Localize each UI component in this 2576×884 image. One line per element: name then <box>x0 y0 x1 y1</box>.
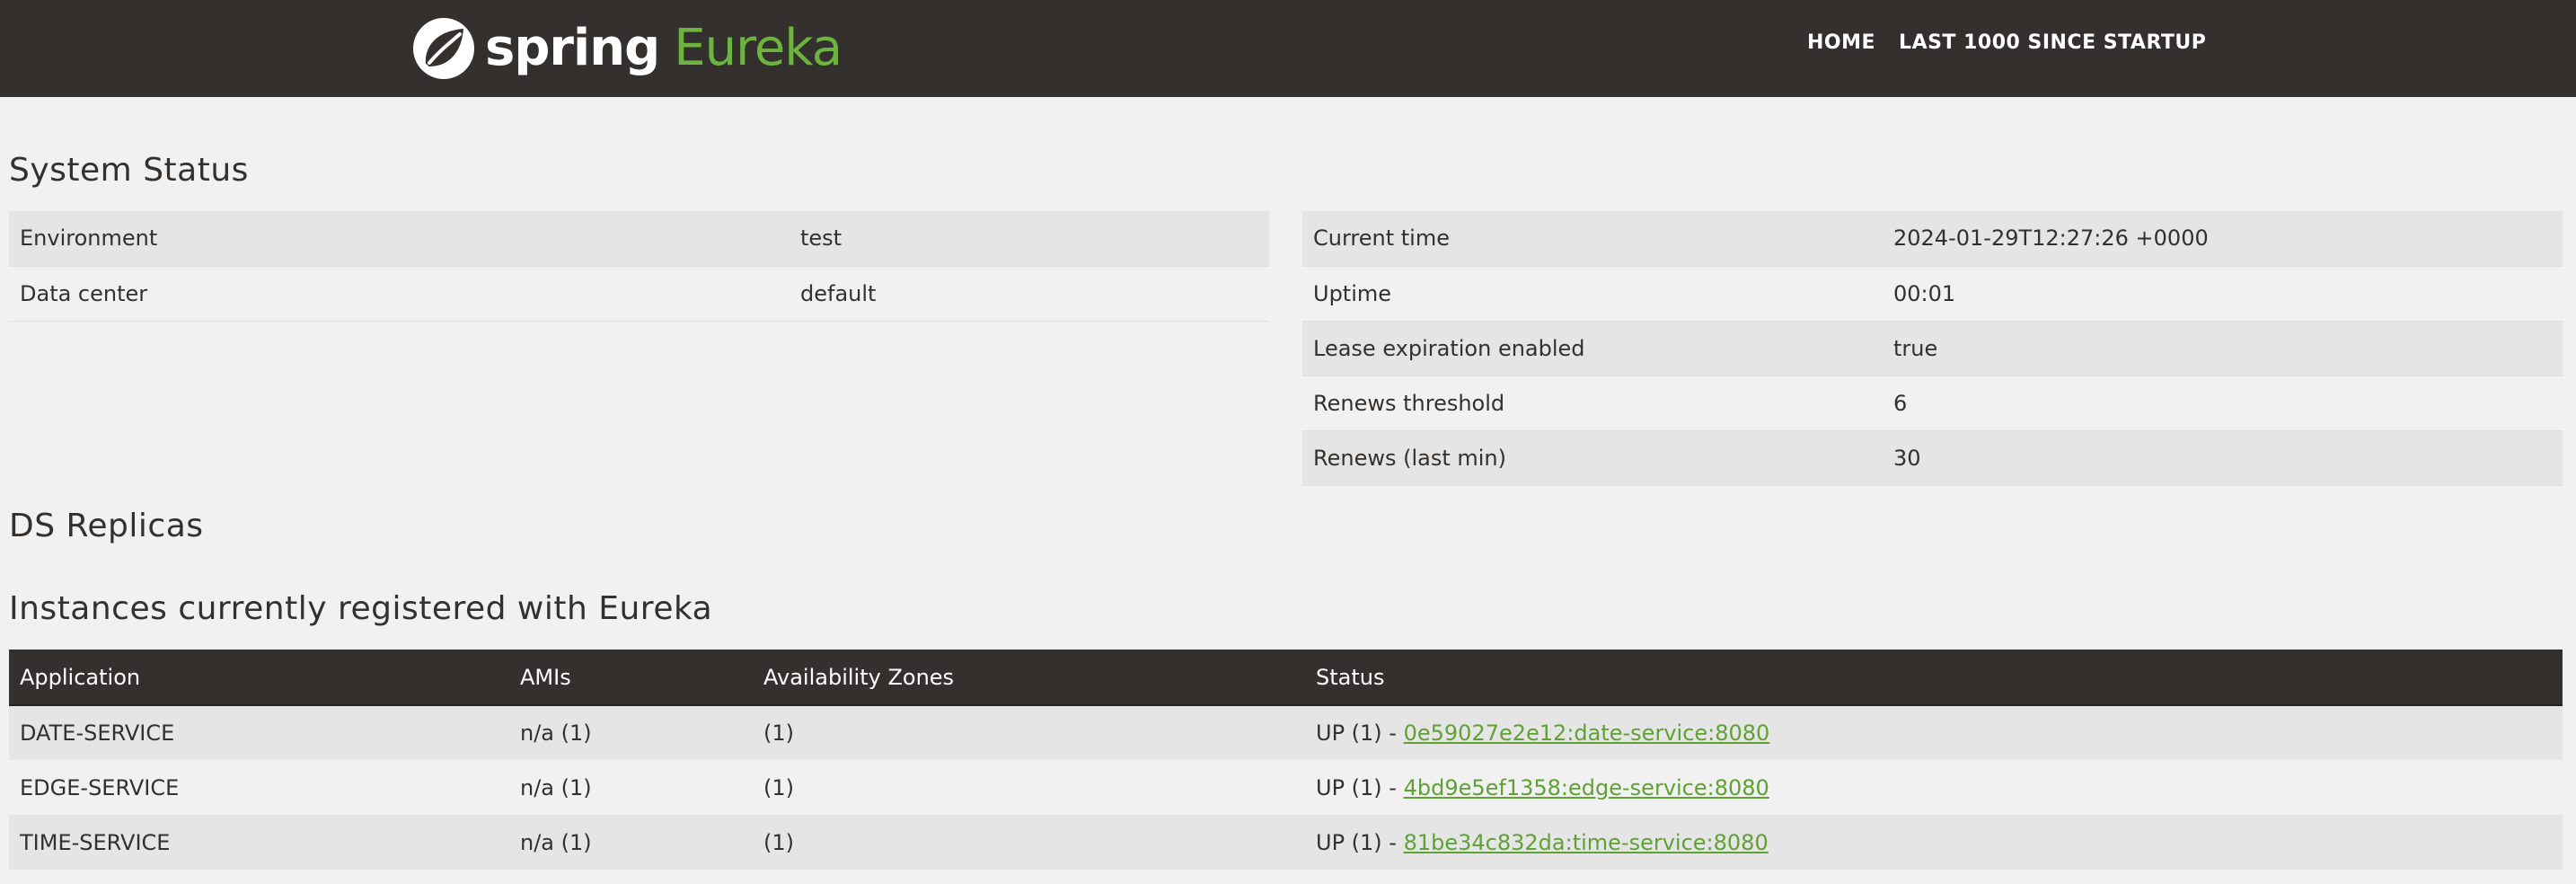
column-header-status: Status <box>1305 650 2563 706</box>
status-value: 30 <box>1883 430 2563 485</box>
status-value: true <box>1883 321 2563 376</box>
brand-spring-text: spring <box>485 19 660 77</box>
instance-link[interactable]: 81be34c832da:time-service:8080 <box>1404 830 1769 855</box>
top-navbar: spring Eureka HOME LAST 1000 SINCE STARTU… <box>0 0 2576 97</box>
ds-replicas-heading: DS Replicas <box>9 508 204 544</box>
environment-table: Environment test Data center default <box>9 211 1269 322</box>
table-row: Uptime 00:01 <box>1302 266 2563 321</box>
status-key: Renews (last min) <box>1302 430 1883 485</box>
env-value: test <box>790 211 1269 266</box>
table-header-row: Application AMIs Availability Zones Stat… <box>9 650 2563 706</box>
env-key: Environment <box>9 211 790 266</box>
table-row: EDGE-SERVICE n/a (1) (1) UP (1) - 4bd9e5… <box>9 760 2563 815</box>
column-header-application: Application <box>9 650 509 706</box>
status-prefix: UP (1) - <box>1316 720 1404 746</box>
application-cell: EDGE-SERVICE <box>9 760 509 815</box>
status-value: 2024-01-29T12:27:26 +0000 <box>1883 211 2563 266</box>
system-status-heading: System Status <box>9 152 249 189</box>
amis-cell: n/a (1) <box>509 815 753 870</box>
application-cell: TIME-SERVICE <box>9 815 509 870</box>
status-prefix: UP (1) - <box>1316 774 1404 800</box>
table-row: Environment test <box>9 211 1269 266</box>
table-row: Lease expiration enabled true <box>1302 321 2563 376</box>
brand-title: spring Eureka <box>485 23 842 74</box>
env-key: Data center <box>9 266 790 321</box>
table-row: Current time 2024-01-29T12:27:26 +0000 <box>1302 211 2563 266</box>
nav-last-1000-link[interactable]: LAST 1000 SINCE STARTUP <box>1899 31 2206 56</box>
table-row: Renews (last min) 30 <box>1302 430 2563 485</box>
status-cell: UP (1) - 4bd9e5ef1358:edge-service:8080 <box>1305 760 2563 815</box>
amis-cell: n/a (1) <box>509 760 753 815</box>
status-prefix: UP (1) - <box>1316 829 1404 855</box>
table-row: Renews threshold 6 <box>1302 376 2563 430</box>
spring-leaf-icon <box>413 18 474 79</box>
server-status-table: Current time 2024-01-29T12:27:26 +0000 U… <box>1302 211 2563 486</box>
amis-cell: n/a (1) <box>509 705 753 760</box>
table-row: TIME-SERVICE n/a (1) (1) UP (1) - 81be34… <box>9 815 2563 870</box>
status-cell: UP (1) - 81be34c832da:time-service:8080 <box>1305 815 2563 870</box>
instance-link[interactable]: 4bd9e5ef1358:edge-service:8080 <box>1404 775 1769 800</box>
status-key: Renews threshold <box>1302 376 1883 430</box>
brand-logo-link[interactable]: spring Eureka <box>411 11 842 86</box>
zones-cell: (1) <box>753 760 1305 815</box>
status-key: Current time <box>1302 211 1883 266</box>
instance-link[interactable]: 0e59027e2e12:date-service:8080 <box>1404 720 1770 746</box>
column-header-amis: AMIs <box>509 650 753 706</box>
nav-links: HOME LAST 1000 SINCE STARTUP <box>1807 31 2206 56</box>
nav-home-link[interactable]: HOME <box>1807 31 1875 56</box>
column-header-zones: Availability Zones <box>753 650 1305 706</box>
zones-cell: (1) <box>753 705 1305 760</box>
status-value: 00:01 <box>1883 266 2563 321</box>
instances-heading: Instances currently registered with Eure… <box>9 590 713 627</box>
table-row: Data center default <box>9 266 1269 321</box>
status-key: Uptime <box>1302 266 1883 321</box>
status-cell: UP (1) - 0e59027e2e12:date-service:8080 <box>1305 705 2563 760</box>
application-cell: DATE-SERVICE <box>9 705 509 760</box>
status-key: Lease expiration enabled <box>1302 321 1883 376</box>
env-value: default <box>790 266 1269 321</box>
status-value: 6 <box>1883 376 2563 430</box>
table-row: DATE-SERVICE n/a (1) (1) UP (1) - 0e5902… <box>9 705 2563 760</box>
brand-eureka-text: Eureka <box>674 19 842 77</box>
zones-cell: (1) <box>753 815 1305 870</box>
instances-table: Application AMIs Availability Zones Stat… <box>9 650 2563 870</box>
